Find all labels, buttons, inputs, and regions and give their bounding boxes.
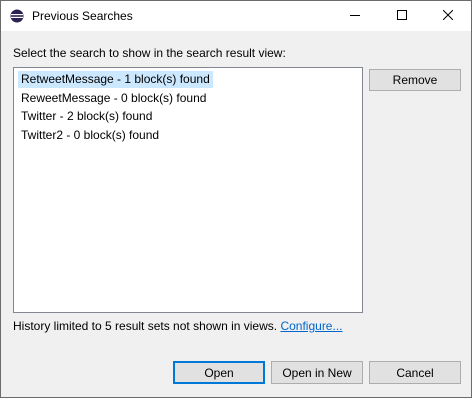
maximize-icon (397, 9, 407, 23)
open-in-new-button[interactable]: Open in New (271, 361, 363, 384)
minimize-icon (350, 9, 360, 23)
open-button[interactable]: Open (173, 361, 265, 384)
history-text: History limited to 5 result sets not sho… (13, 319, 278, 333)
search-list-item[interactable]: Twitter - 2 block(s) found (18, 108, 155, 125)
search-list[interactable]: RetweetMessage - 1 block(s) found Reweet… (13, 67, 363, 313)
configure-link[interactable]: Configure... (280, 319, 342, 333)
search-list-item[interactable]: Twitter2 - 0 block(s) found (18, 127, 162, 144)
search-list-item[interactable]: RetweetMessage - 1 block(s) found (18, 71, 213, 88)
remove-button[interactable]: Remove (369, 69, 461, 91)
instruction-label: Select the search to show in the search … (13, 46, 286, 60)
minimize-button[interactable] (332, 1, 378, 31)
window-title: Previous Searches (32, 9, 133, 23)
close-icon (442, 9, 454, 23)
eclipse-icon (10, 9, 24, 23)
history-note: History limited to 5 result sets not sho… (13, 319, 343, 333)
close-button[interactable] (425, 1, 471, 31)
search-list-item[interactable]: ReweetMessage - 0 block(s) found (18, 90, 209, 107)
maximize-button[interactable] (379, 1, 425, 31)
cancel-button[interactable]: Cancel (369, 361, 461, 384)
title-bar[interactable]: Previous Searches (1, 1, 471, 31)
dialog-window: Previous Searches Select the search to s… (0, 0, 472, 398)
